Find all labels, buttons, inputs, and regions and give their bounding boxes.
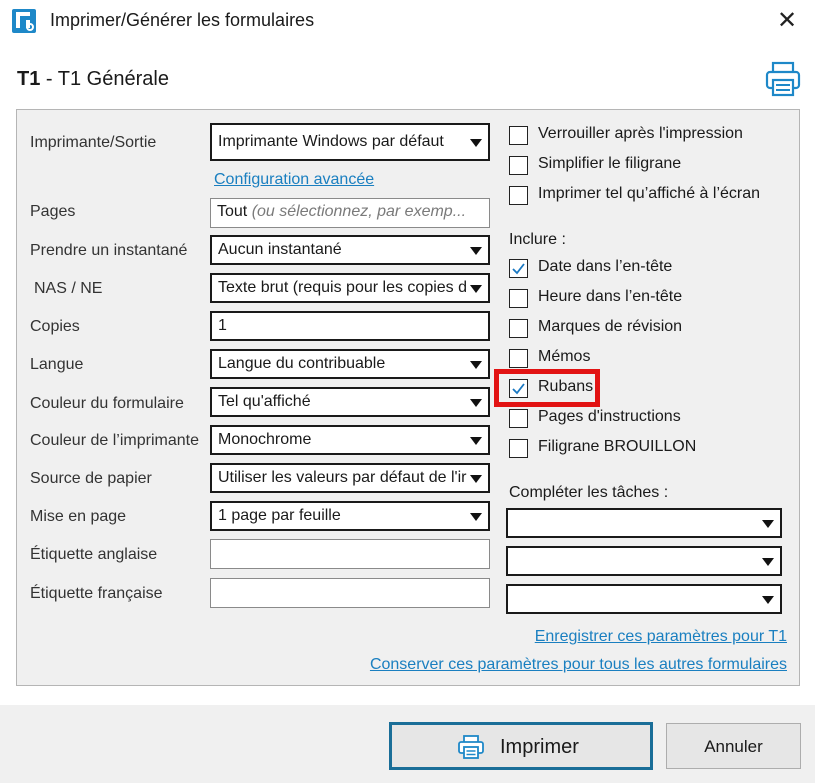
printer-label: Imprimante/Sortie [30, 134, 157, 151]
language-select[interactable]: Langue du contribuable [210, 349, 490, 379]
revision-marks-label: Marques de révision [538, 318, 683, 335]
instruction-pages-checkbox[interactable] [509, 409, 528, 428]
form-heading: T1 - T1 Générale [17, 68, 169, 91]
paper-source-label: Source de papier [30, 470, 152, 487]
tasks-heading: Compléter les tâches : [509, 484, 669, 501]
english-label-label: Étiquette anglaise [30, 546, 158, 563]
time-in-header-label: Heure dans l’en-tête [538, 288, 683, 305]
simplify-watermark-checkbox[interactable] [509, 156, 528, 175]
print-button-label: Imprimer [500, 736, 579, 758]
sin-select-value: Texte brut (requis pour les copies d [218, 279, 468, 296]
chevron-down-icon [470, 247, 482, 255]
printer-color-select-value: Monochrome [218, 431, 312, 448]
print-button[interactable]: Imprimer [389, 722, 653, 770]
pages-label: Pages [30, 203, 76, 220]
chevron-down-icon [470, 399, 482, 407]
checkmark-icon [512, 263, 525, 275]
task-select-2[interactable] [506, 546, 782, 576]
form-color-label: Couleur du formulaire [30, 395, 184, 412]
date-in-header-label: Date dans l’en-tête [538, 258, 673, 275]
chevron-down-icon [470, 361, 482, 369]
task-select-1[interactable] [506, 508, 782, 538]
sin-label: NAS / NE [34, 280, 103, 297]
form-color-select[interactable]: Tel qu'affiché [210, 387, 490, 417]
heading-separator: - [40, 68, 58, 90]
chevron-down-icon [762, 558, 774, 566]
copies-label: Copies [30, 318, 80, 335]
chevron-down-icon [470, 475, 482, 483]
cancel-button[interactable]: Annuler [666, 723, 801, 769]
layout-select-value: 1 page par feuille [218, 507, 341, 524]
form-code: T1 [17, 68, 41, 90]
draft-watermark-checkbox[interactable] [509, 439, 528, 458]
date-in-header-checkbox[interactable] [509, 259, 528, 278]
form-color-select-value: Tel qu'affiché [218, 393, 311, 410]
memos-label: Mémos [538, 348, 591, 365]
language-label: Langue [30, 356, 84, 373]
save-for-form-link[interactable]: Enregistrer ces paramètres pour T1 [535, 628, 787, 646]
snapshot-label: Prendre un instantané [30, 242, 188, 259]
printer-icon[interactable] [764, 60, 802, 98]
paper-source-select-value: Utiliser les valeurs par défaut de l'ir [218, 469, 467, 486]
copies-input[interactable]: 1 [210, 311, 490, 341]
memos-checkbox[interactable] [509, 349, 528, 368]
copies-input-value: 1 [218, 317, 227, 334]
printer-color-select[interactable]: Monochrome [210, 425, 490, 455]
app-logo-icon [12, 9, 36, 33]
time-in-header-checkbox[interactable] [509, 289, 528, 308]
simplify-watermark-label: Simplifier le filigrane [538, 155, 682, 172]
paper-source-select[interactable]: Utiliser les valeurs par défaut de l'ir [210, 463, 490, 493]
chevron-down-icon [762, 596, 774, 604]
window-title: Imprimer/Générer les formulaires [50, 10, 315, 30]
english-label-input[interactable] [210, 539, 490, 569]
draft-watermark-label: Filigrane BROUILLON [538, 438, 697, 455]
task-select-3[interactable] [506, 584, 782, 614]
instruction-pages-label: Pages d'instructions [538, 408, 681, 425]
cancel-button-label: Annuler [704, 737, 763, 756]
printer-icon [458, 735, 484, 764]
ribbons-highlight-frame [494, 369, 600, 407]
close-icon[interactable]: ✕ [772, 6, 802, 36]
advanced-config-link[interactable]: Configuration avancée [214, 171, 374, 189]
revision-marks-checkbox[interactable] [509, 319, 528, 338]
layout-select[interactable]: 1 page par feuille [210, 501, 490, 531]
keep-for-all-link[interactable]: Conserver ces paramètres pour tous les a… [370, 656, 787, 674]
lock-after-print-label: Verrouiller après l'impression [538, 125, 743, 142]
sin-select[interactable]: Texte brut (requis pour les copies d [210, 273, 490, 303]
print-as-displayed-label: Imprimer tel qu’affiché à l’écran [538, 185, 761, 202]
chevron-down-icon [470, 513, 482, 521]
printer-select-value: Imprimante Windows par défaut [218, 133, 444, 150]
chevron-down-icon [470, 139, 482, 147]
language-select-value: Langue du contribuable [218, 355, 386, 372]
printer-select[interactable]: Imprimante Windows par défaut [210, 123, 490, 161]
chevron-down-icon [470, 285, 482, 293]
print-as-displayed-checkbox[interactable] [509, 186, 528, 205]
snapshot-select[interactable]: Aucun instantané [210, 235, 490, 265]
pages-input[interactable]: Tout (ou sélectionnez, par exemp... [210, 198, 490, 228]
chevron-down-icon [762, 520, 774, 528]
french-label-input[interactable] [210, 578, 490, 608]
include-heading: Inclure : [509, 231, 566, 248]
chevron-down-icon [470, 437, 482, 445]
layout-label: Mise en page [30, 508, 127, 525]
form-name: T1 Générale [57, 68, 169, 90]
lock-after-print-checkbox[interactable] [509, 126, 528, 145]
french-label-label: Étiquette française [30, 585, 163, 602]
pages-input-hint: (ou sélectionnez, par exemp... [251, 203, 467, 220]
printer-color-label: Couleur de l’imprimante [30, 432, 199, 449]
snapshot-select-value: Aucun instantané [218, 241, 342, 258]
pages-input-value: Tout [217, 203, 248, 220]
